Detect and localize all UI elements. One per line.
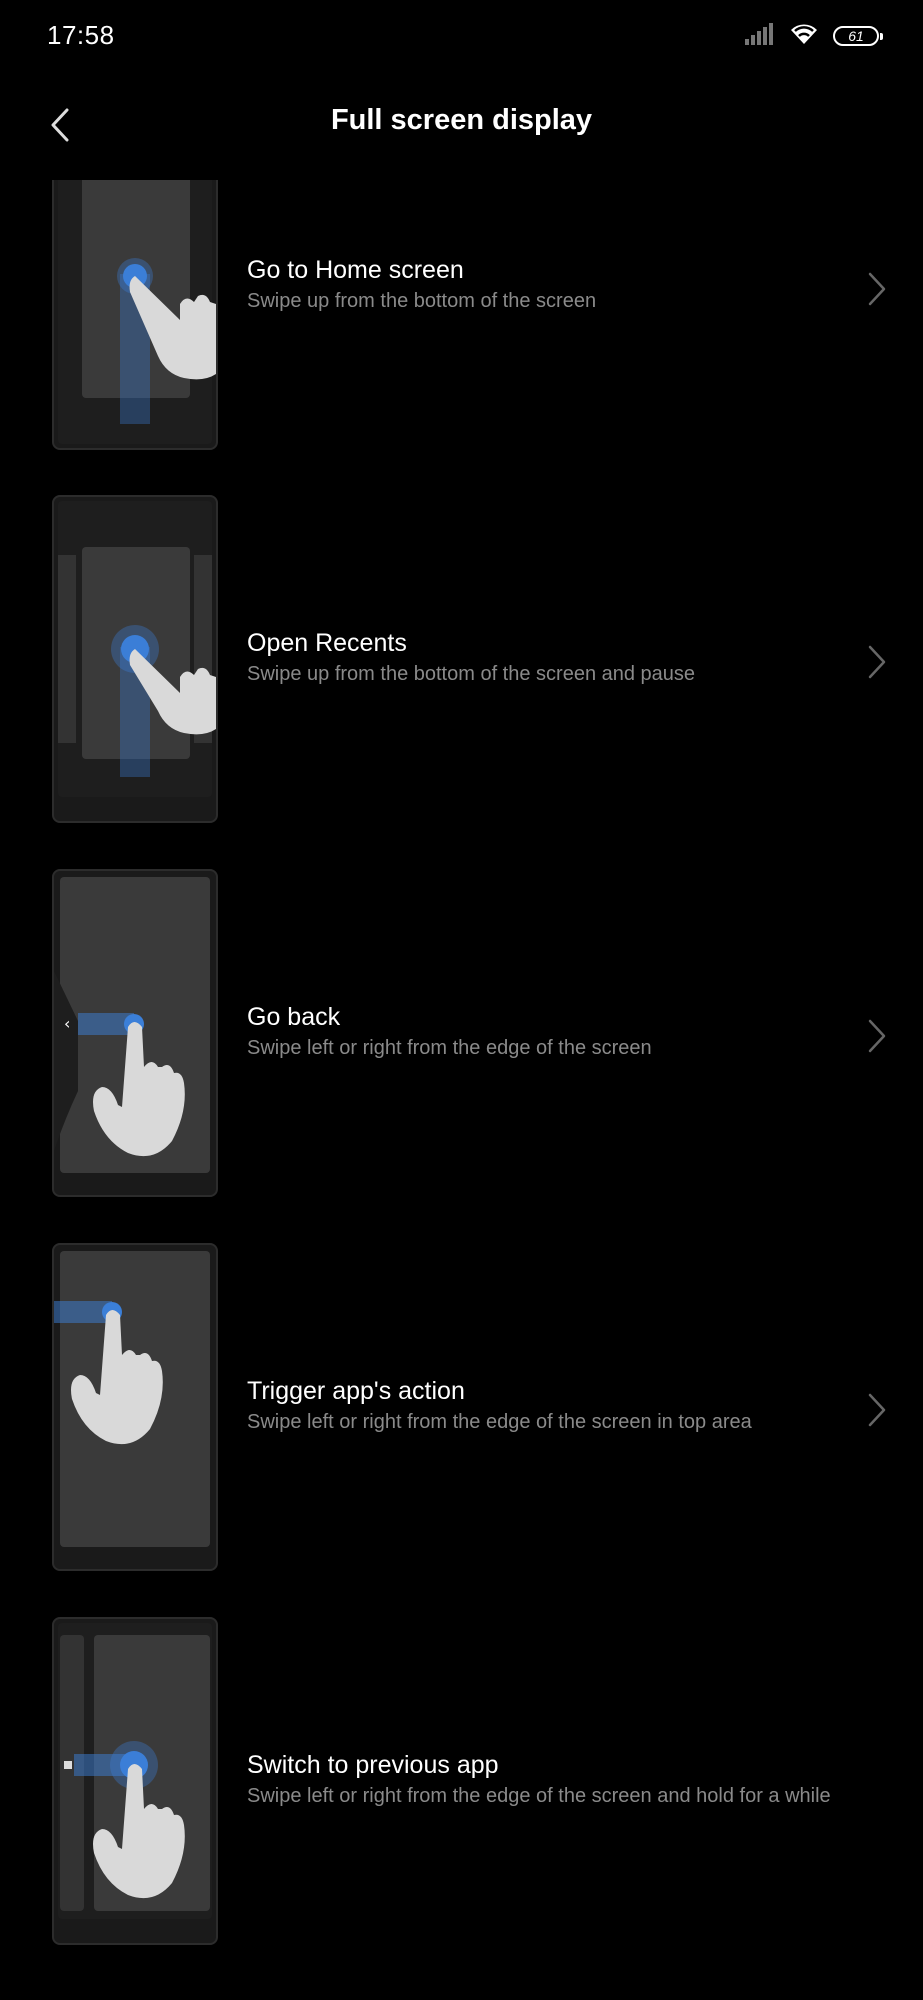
item-title: Open Recents — [247, 629, 407, 657]
item-text: Go to Home screen Swipe up from the bott… — [247, 254, 847, 314]
item-subtitle: Swipe up from the bottom of the screen — [247, 290, 597, 312]
item-text: Go back Swipe left or right from the edg… — [247, 1001, 847, 1061]
item-title: Go back — [247, 1003, 341, 1031]
battery-level: 61 — [848, 28, 864, 44]
item-subtitle: Swipe left or right from the edge of the… — [247, 1037, 652, 1059]
item-subtitle: Swipe left or right from the edge of the… — [247, 1785, 831, 1807]
gesture-back-icon: ‹ — [52, 869, 218, 1197]
gesture-switch-app-icon — [52, 1617, 218, 1945]
header: Full screen display — [0, 90, 923, 160]
gesture-home-icon — [52, 180, 218, 450]
list-item-go-home[interactable]: Go to Home screen Swipe up from the bott… — [0, 180, 923, 510]
item-subtitle: Swipe up from the bottom of the screen a… — [247, 663, 696, 685]
list-item-trigger-action[interactable]: Trigger app's action Swipe left or right… — [0, 1243, 923, 1573]
battery-icon: 61 — [833, 26, 883, 46]
item-title: Switch to previous app — [247, 1751, 499, 1779]
chevron-right-icon — [868, 1019, 886, 1053]
item-text: Switch to previous app Swipe left or rig… — [247, 1749, 847, 1809]
status-time: 17:58 — [47, 20, 115, 50]
list-item-go-back[interactable]: ‹ Go back Swipe left or right from the e… — [0, 869, 923, 1199]
item-text: Trigger app's action Swipe left or right… — [247, 1375, 847, 1435]
list-item-switch-previous-app[interactable]: Switch to previous app Swipe left or rig… — [0, 1617, 923, 1947]
gesture-recents-icon — [52, 495, 218, 823]
status-icons: 61 — [745, 20, 883, 52]
status-bar: 17:58 61 — [0, 0, 923, 72]
item-title: Trigger app's action — [247, 1377, 465, 1405]
signal-icon — [745, 22, 775, 50]
chevron-right-icon — [868, 645, 886, 679]
gesture-list: Go to Home screen Swipe up from the bott… — [0, 180, 923, 2000]
chevron-right-icon — [868, 272, 886, 306]
svg-text:‹: ‹ — [64, 1014, 70, 1033]
page-title: Full screen display — [330, 104, 593, 136]
item-subtitle: Swipe left or right from the edge of the… — [247, 1411, 752, 1433]
gesture-trigger-icon — [52, 1243, 218, 1571]
chevron-right-icon — [868, 1393, 886, 1427]
list-item-open-recents[interactable]: Open Recents Swipe up from the bottom of… — [0, 495, 923, 825]
item-title: Go to Home screen — [247, 256, 464, 284]
wifi-icon — [789, 22, 819, 51]
item-text: Open Recents Swipe up from the bottom of… — [247, 627, 847, 687]
